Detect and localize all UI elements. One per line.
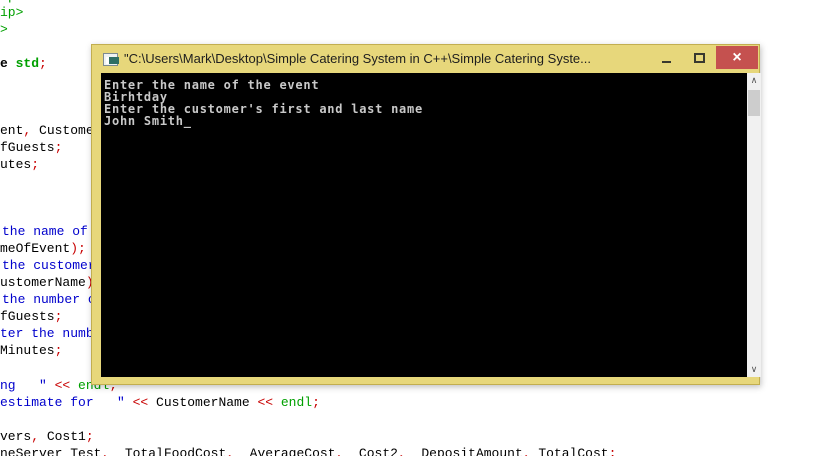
console-cursor: _ xyxy=(184,114,192,128)
code-segment: , xyxy=(226,446,234,456)
console-line: Enter the customer's first and last name xyxy=(104,103,747,115)
code-segment: , xyxy=(398,446,406,456)
code-line: ter the numb xyxy=(0,325,94,342)
code-segment: ; xyxy=(31,157,39,172)
code-line: meOfEvent); xyxy=(0,240,86,257)
code-segment: TotalCost xyxy=(531,446,609,456)
code-segment: TotalFoodCost xyxy=(109,446,226,456)
code-segment: , xyxy=(31,429,39,444)
code-segment: ip> xyxy=(0,5,23,20)
minimize-button[interactable] xyxy=(650,46,683,69)
code-segment: > xyxy=(0,22,8,37)
code-segment: << xyxy=(55,378,78,393)
code-line: e std; xyxy=(0,55,47,72)
code-line: neServer Test, TotalFoodCost, AverageCos… xyxy=(0,445,616,456)
code-segment: utes xyxy=(0,157,31,172)
chevron-up-icon: ∧ xyxy=(751,76,758,86)
code-segment: ter the numb xyxy=(0,326,94,341)
code-segment: meOfEvent xyxy=(0,241,70,256)
code-line: fGuests; xyxy=(0,308,62,325)
code-segment: ); xyxy=(70,241,86,256)
code-segment: ; xyxy=(39,56,47,71)
close-icon: × xyxy=(732,50,741,66)
code-segment: fGuests xyxy=(0,309,55,324)
code-segment: neServer Test xyxy=(0,446,101,456)
code-line: the name of xyxy=(2,223,96,240)
code-line: ip> xyxy=(0,4,23,21)
window-title: "C:\Users\Mark\Desktop\Simple Catering S… xyxy=(124,51,591,66)
console-input-echo: John Smith xyxy=(104,114,184,128)
code-segment: std xyxy=(16,56,39,71)
code-line: > xyxy=(0,21,8,38)
console-window: "C:\Users\Mark\Desktop\Simple Catering S… xyxy=(91,44,760,385)
code-segment: DepositAmount xyxy=(406,446,523,456)
code-line: estimate for " << CustomerName << endl; xyxy=(0,394,320,411)
console-app-icon xyxy=(103,53,118,66)
code-segment: ng " xyxy=(0,378,55,393)
code-line: Minutes; xyxy=(0,342,62,359)
code-line: ent, Customer xyxy=(0,122,101,139)
console-title-bar[interactable]: "C:\Users\Mark\Desktop\Simple Catering S… xyxy=(92,45,759,73)
code-segment: ustomerName xyxy=(0,275,86,290)
code-segment: estimate for " xyxy=(0,395,133,410)
scrollbar-up-button[interactable]: ∧ xyxy=(747,73,761,88)
code-segment: the customer xyxy=(2,258,96,273)
maximize-button[interactable] xyxy=(683,46,716,69)
console-line: Enter the name of the event xyxy=(104,79,747,91)
code-segment: ; xyxy=(86,429,94,444)
code-segment: ent xyxy=(0,123,23,138)
minimize-icon xyxy=(662,61,671,63)
code-segment: vers xyxy=(0,429,31,444)
scrollbar[interactable]: ∧ ∨ xyxy=(747,73,761,377)
scrollbar-thumb[interactable] xyxy=(748,90,760,116)
code-segment: Cost2 xyxy=(343,446,398,456)
code-line: fGuests; xyxy=(0,139,62,156)
console-app-icon-glyph xyxy=(106,57,119,64)
close-button[interactable]: × xyxy=(716,46,758,69)
code-segment: ; xyxy=(312,395,320,410)
code-segment: AverageCost xyxy=(234,446,335,456)
code-segment: the number o xyxy=(2,292,96,307)
code-segment: fGuests xyxy=(0,140,55,155)
console-output[interactable]: Enter the name of the event Birhtday Ent… xyxy=(101,73,747,377)
maximize-icon xyxy=(694,53,705,63)
code-segment: Cost1 xyxy=(39,429,86,444)
screen: p>ip>>e std;ent, CustomerfGuests;utes;th… xyxy=(0,0,840,456)
code-segment: ; xyxy=(55,309,63,324)
code-line: utes; xyxy=(0,156,39,173)
code-segment: , xyxy=(523,446,531,456)
code-segment: << xyxy=(133,395,156,410)
code-segment: Minutes xyxy=(0,343,55,358)
scrollbar-down-button[interactable]: ∨ xyxy=(747,362,761,377)
chevron-down-icon: ∨ xyxy=(751,365,758,375)
code-segment: ; xyxy=(55,343,63,358)
code-segment: << xyxy=(257,395,280,410)
code-segment: endl xyxy=(281,395,312,410)
code-segment: ; xyxy=(55,140,63,155)
code-line: the number o xyxy=(2,291,96,308)
window-controls: × xyxy=(650,46,758,69)
code-line: vers, Cost1; xyxy=(0,428,94,445)
code-segment: the name of xyxy=(2,224,96,239)
code-line: the customer xyxy=(2,257,96,274)
code-segment: e xyxy=(0,56,16,71)
code-segment: ; xyxy=(609,446,617,456)
code-line: ustomerName); xyxy=(0,274,101,291)
console-line: John Smith_ xyxy=(104,115,747,127)
code-segment: CustomerName xyxy=(156,395,257,410)
